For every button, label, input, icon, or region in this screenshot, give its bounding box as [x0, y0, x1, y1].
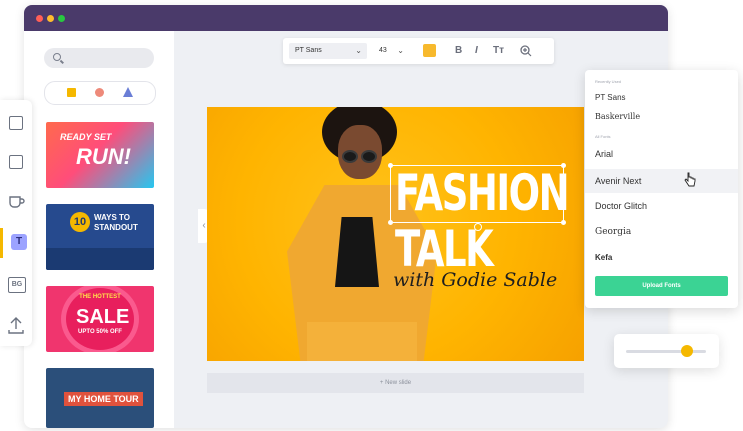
bold-button[interactable]: B: [455, 43, 462, 59]
font-option-arial[interactable]: Arial: [585, 143, 738, 165]
upload-tool[interactable]: [0, 310, 32, 340]
design-canvas[interactable]: FASHION TALK with Godie Sable: [207, 107, 584, 361]
sunglasses-lens: [361, 150, 377, 163]
plus-icon: +: [379, 380, 384, 386]
slider-track[interactable]: [626, 350, 706, 353]
template-thumbnail-standout[interactable]: 10 WAYS TO STANDOUT: [46, 204, 154, 270]
size-slider-card: [614, 334, 719, 368]
title-bar: [24, 5, 668, 31]
cup-icon: [9, 196, 25, 208]
template-text: STANDOUT: [94, 223, 138, 232]
resize-handle[interactable]: [388, 163, 393, 168]
maximize-window-button[interactable]: [58, 15, 65, 22]
search-icon: [53, 53, 61, 61]
slider-handle[interactable]: [681, 345, 693, 357]
font-option-georgia[interactable]: Georgia: [585, 221, 738, 243]
circle-shape-button[interactable]: [95, 88, 104, 97]
search-input[interactable]: [44, 48, 154, 68]
font-family-select[interactable]: PT Sans ⌄: [289, 43, 367, 59]
triangle-shape-button[interactable]: [123, 87, 133, 97]
background-icon: BG: [8, 277, 26, 293]
zoom-icon[interactable]: [519, 44, 533, 58]
text-tool[interactable]: T: [0, 228, 35, 258]
chevron-down-icon: ⌄: [355, 46, 362, 55]
pages-tool[interactable]: [0, 108, 32, 138]
recent-fonts-label: Recently Used: [595, 79, 622, 84]
template-panel: READY SET RUN! 10 WAYS TO STANDOUT THE H…: [24, 31, 174, 428]
square-shape-button[interactable]: [67, 88, 76, 97]
template-text: WAYS TO: [94, 213, 131, 222]
elements-tool[interactable]: [0, 186, 32, 216]
italic-button[interactable]: I: [475, 43, 478, 59]
new-slide-button[interactable]: + New slide: [207, 373, 584, 393]
headline-text[interactable]: FASHION: [395, 165, 570, 221]
font-option-kefa[interactable]: Kefa: [585, 247, 738, 269]
hand-cursor-icon: [684, 172, 696, 187]
image-tool[interactable]: [0, 147, 32, 177]
template-thumbnail-run[interactable]: READY SET RUN!: [46, 122, 154, 188]
font-option-avenir-next[interactable]: Avenir Next: [585, 169, 738, 193]
pages-icon: [9, 116, 23, 130]
sunglasses: [340, 150, 380, 163]
model-pants: [307, 322, 417, 361]
template-thumbnail-home-tour[interactable]: MY HOME TOUR: [46, 368, 154, 428]
close-window-button[interactable]: [36, 15, 43, 22]
minimize-window-button[interactable]: [47, 15, 54, 22]
model-top: [335, 217, 379, 287]
text-color-swatch[interactable]: [423, 44, 436, 57]
upload-fonts-button[interactable]: Upload Fonts: [595, 276, 728, 296]
new-slide-label: New slide: [385, 380, 412, 386]
font-dropdown: Recently Used PT Sans Baskerville All Fo…: [585, 70, 738, 308]
template-text: THE HOTTEST: [79, 294, 121, 300]
tool-rail: T BG: [0, 100, 32, 346]
font-option-doctor-glitch[interactable]: Doctor Glitch: [585, 195, 738, 217]
template-number: 10: [70, 212, 90, 232]
upload-icon: [8, 317, 24, 334]
resize-handle[interactable]: [388, 220, 393, 225]
background-tool[interactable]: BG: [0, 270, 32, 300]
template-text: RUN!: [76, 144, 131, 169]
font-family-value: PT Sans: [295, 47, 322, 54]
text-format-toolbar: PT Sans ⌄ 43 ⌄ B I Tт: [283, 38, 554, 64]
chevron-down-icon: ⌄: [397, 46, 404, 55]
template-text: READY SET: [60, 132, 112, 142]
script-subtitle[interactable]: with Godie Sable: [393, 269, 557, 291]
text-icon: T: [11, 234, 27, 250]
sunglasses-lens: [342, 150, 358, 163]
template-text: UPTO 50% OFF: [78, 329, 122, 335]
shape-picker: [44, 81, 156, 105]
text-transform-button[interactable]: Tт: [493, 43, 504, 59]
template-text: SALE: [76, 306, 130, 328]
all-fonts-label: All Fonts: [595, 134, 611, 139]
template-thumbnail-sale[interactable]: THE HOTTEST SALE UPTO 50% OFF: [46, 286, 154, 352]
font-size-select[interactable]: 43 ⌄: [375, 43, 409, 59]
template-image: [46, 248, 154, 270]
template-text: MY HOME TOUR: [64, 392, 143, 406]
font-option-baskerville[interactable]: Baskerville: [585, 106, 738, 128]
image-icon: [9, 155, 23, 169]
font-size-value: 43: [379, 47, 387, 54]
